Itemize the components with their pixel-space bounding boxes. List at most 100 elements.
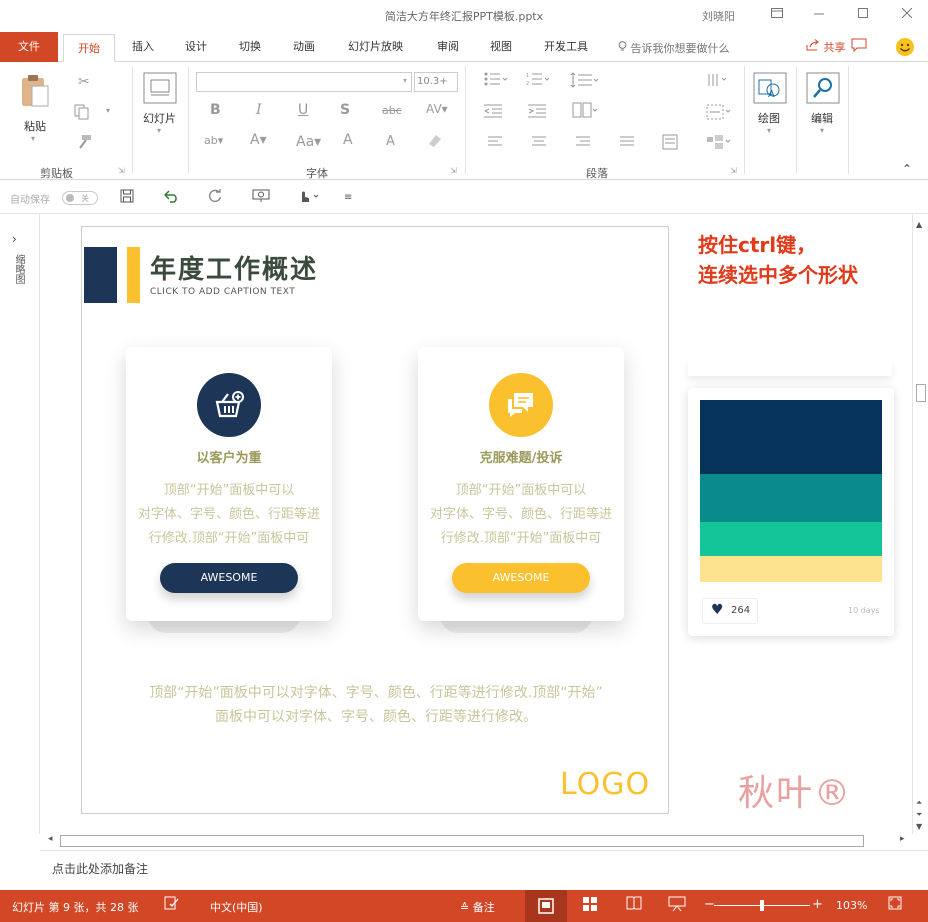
reading-view-icon[interactable] (626, 896, 642, 914)
touch-mode-icon[interactable] (298, 189, 322, 207)
text-direction-icon[interactable] (706, 72, 730, 92)
redo-icon[interactable] (208, 188, 222, 207)
spell-check-icon[interactable] (164, 896, 180, 914)
copy-dropdown-icon[interactable]: ▾ (106, 106, 110, 115)
justify-icon[interactable] (620, 136, 634, 152)
tab-slideshow[interactable]: 幻灯片放映 (348, 38, 403, 60)
tab-review[interactable]: 审阅 (437, 38, 459, 60)
copy-icon[interactable] (74, 104, 90, 124)
format-painter-icon[interactable] (76, 134, 92, 154)
thumbnails-label[interactable]: 缩略图 (10, 254, 26, 284)
slide-title[interactable]: 年度工作概述 (150, 249, 318, 286)
awesome-button[interactable]: AWESOME (160, 563, 298, 593)
align-left-icon[interactable] (488, 136, 502, 152)
scroll-left-icon[interactable]: ◂ (48, 834, 53, 844)
customize-qat-icon[interactable]: ≡ (344, 192, 352, 203)
vertical-scrollbar[interactable]: ▲ ⏶ ⏷ ▼ (912, 214, 928, 834)
new-slide-label[interactable]: 幻灯片 (143, 110, 176, 126)
expand-thumbnails-icon[interactable]: › (12, 232, 17, 246)
fit-to-window-icon[interactable] (888, 896, 902, 914)
font-name-dropdown-icon[interactable]: ▾ (403, 76, 407, 85)
font-color-icon[interactable]: A▾ (250, 132, 267, 148)
save-icon[interactable] (120, 189, 134, 207)
tab-transitions[interactable]: 切换 (239, 38, 261, 60)
complaint-card[interactable]: 克服难题/投诉 顶部“开始”面板中可以 对字体、字号、颜色、行距等进 行修改.顶… (418, 347, 624, 621)
cut-icon[interactable]: ✂ (78, 74, 90, 90)
editing-dropdown-icon[interactable]: ▾ (820, 126, 824, 135)
complaint-icon-circle[interactable] (489, 373, 553, 437)
scroll-right-icon[interactable]: ▸ (900, 834, 905, 844)
tab-developer[interactable]: 开发工具 (544, 38, 588, 60)
share-button[interactable]: 共享 (806, 39, 846, 55)
paragraph-launcher-icon[interactable]: ⇲ (730, 166, 737, 175)
customer-icon-circle[interactable] (197, 373, 261, 437)
clipboard-launcher-icon[interactable]: ⇲ (118, 166, 125, 175)
scroll-down-icon[interactable]: ▼ (916, 822, 922, 831)
notes-placeholder[interactable]: 点击此处添加备注 (52, 860, 148, 877)
normal-view-button[interactable] (525, 890, 567, 922)
slide-canvas[interactable]: 年度工作概述 CLICK TO ADD CAPTION TEXT 以客户为重 顶… (81, 226, 669, 814)
distributed-icon[interactable] (662, 134, 678, 154)
underline-icon[interactable]: U (298, 102, 308, 118)
tab-insert[interactable]: 插入 (132, 38, 154, 60)
zoom-level[interactable]: 103% (836, 899, 867, 912)
logo-text[interactable]: LOGO (560, 767, 650, 802)
new-slide-dropdown-icon[interactable]: ▾ (157, 126, 161, 135)
paste-icon[interactable] (20, 74, 50, 111)
decrease-indent-icon[interactable] (483, 104, 502, 122)
card-title[interactable]: 以客户为重 (126, 447, 332, 466)
next-slide-icon[interactable]: ⏷ (916, 810, 922, 820)
strikethrough-icon[interactable]: abc (382, 104, 402, 117)
align-center-icon[interactable] (532, 136, 546, 152)
bullets-icon[interactable] (484, 72, 508, 90)
numbering-icon[interactable]: 12 (526, 72, 550, 90)
notes-pane[interactable]: 点击此处添加备注 (40, 850, 928, 888)
grow-font-icon[interactable]: A (343, 132, 353, 148)
char-spacing-icon[interactable]: AV▾ (426, 102, 448, 116)
italic-icon[interactable]: I (256, 102, 262, 118)
bold-icon[interactable]: B (210, 102, 221, 118)
minimize-icon[interactable] (808, 5, 830, 25)
shadow-icon[interactable]: S (340, 102, 350, 118)
comments-icon[interactable] (851, 38, 867, 55)
scroll-thumb[interactable] (916, 384, 926, 402)
collapse-ribbon-icon[interactable]: ⌃ (902, 162, 912, 176)
paste-label[interactable]: 粘贴 (24, 118, 46, 134)
slide-caption[interactable]: CLICK TO ADD CAPTION TEXT (150, 287, 295, 297)
increase-indent-icon[interactable] (528, 104, 546, 122)
font-name-box[interactable]: ▾ (196, 72, 412, 92)
ribbon-display-icon[interactable] (766, 5, 788, 25)
font-size-box[interactable]: 10.3+ (414, 72, 458, 92)
card-description[interactable]: 顶部“开始”面板中可以 对字体、字号、颜色、行距等进 行修改.顶部“开始”面板中… (426, 479, 616, 551)
paste-dropdown-icon[interactable]: ▾ (31, 134, 35, 143)
align-right-icon[interactable] (576, 136, 590, 152)
language-label[interactable]: 中文(中国) (210, 899, 263, 915)
slideshow-icon[interactable] (668, 896, 686, 916)
clear-format-icon[interactable]: ab▾ (204, 134, 223, 147)
align-text-icon[interactable] (706, 104, 732, 124)
tab-view[interactable]: 视图 (490, 38, 512, 60)
shrink-font-icon[interactable]: A (386, 134, 395, 149)
card-description[interactable]: 顶部“开始”面板中可以 对字体、字号、颜色、行距等进 行修改.顶部“开始”面板中… (134, 479, 324, 551)
columns-icon[interactable] (572, 102, 598, 122)
tab-design[interactable]: 设计 (185, 38, 207, 60)
line-spacing-icon[interactable] (570, 72, 600, 92)
close-icon[interactable] (896, 5, 918, 25)
drawing-dropdown-icon[interactable]: ▾ (767, 126, 771, 135)
autosave-toggle[interactable]: 关 (62, 191, 98, 205)
font-launcher-icon[interactable]: ⇲ (450, 166, 457, 175)
highlight-icon[interactable] (426, 132, 444, 152)
smartart-icon[interactable] (706, 134, 732, 154)
user-name[interactable]: 刘晓阳 (702, 8, 735, 24)
tab-animations[interactable]: 动画 (293, 38, 315, 60)
new-slide-icon[interactable] (143, 72, 177, 107)
scroll-up-icon[interactable]: ▲ (916, 220, 922, 229)
scroll-track[interactable] (60, 835, 864, 847)
zoom-in-icon[interactable]: + (812, 897, 823, 912)
title-navy-bar[interactable] (84, 247, 117, 303)
drawing-icon[interactable]: A (753, 72, 787, 107)
tab-home[interactable]: 开始 (63, 34, 115, 63)
editing-icon[interactable] (806, 72, 840, 107)
smiley-icon[interactable] (895, 37, 915, 60)
customer-card[interactable]: 以客户为重 顶部“开始”面板中可以 对字体、字号、颜色、行距等进 行修改.顶部“… (126, 347, 332, 621)
